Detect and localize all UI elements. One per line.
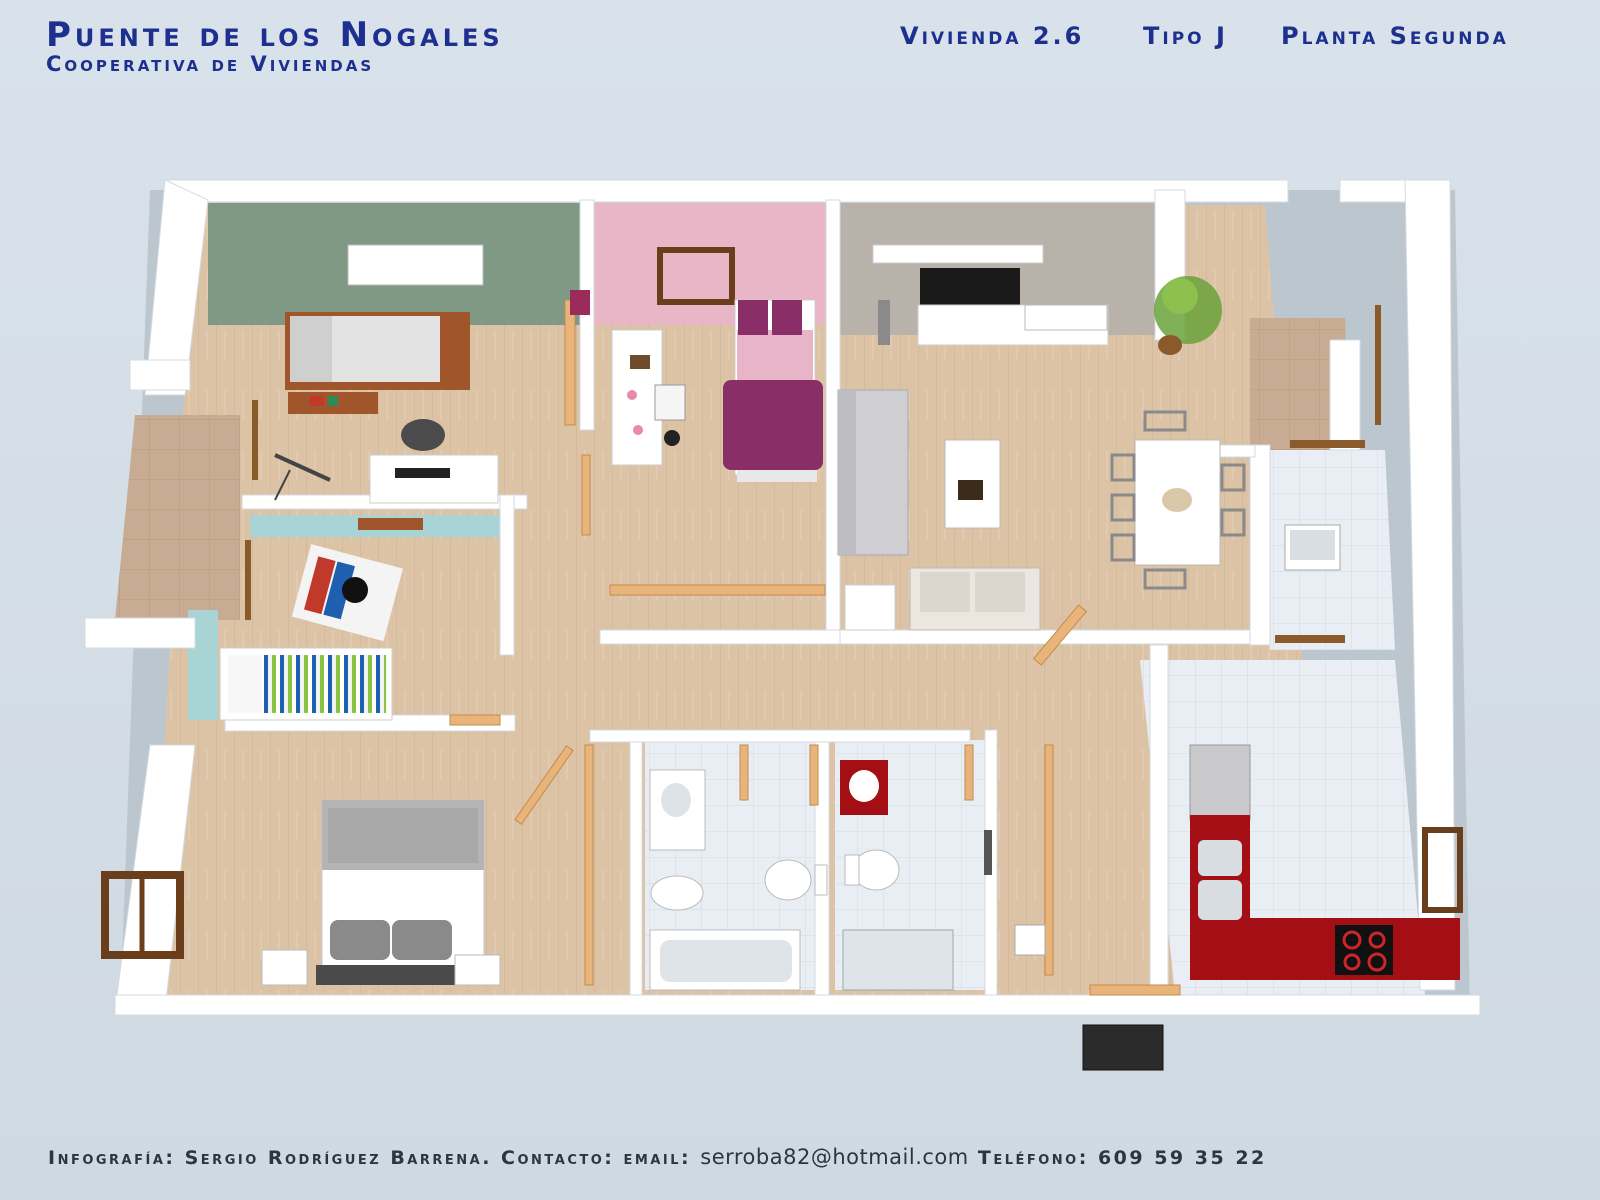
- terrace-left: [115, 415, 240, 620]
- credits-footer: Infografía: Sergio Rodríguez Barrena. Co…: [48, 1145, 1267, 1169]
- floor-plan-render: [84, 179, 1481, 1071]
- contact-email[interactable]: serroba82@hotmail.com: [700, 1145, 968, 1169]
- contact-phone: Teléfono: 609 59 35 22: [977, 1147, 1267, 1169]
- credit-text: Infografía: Sergio Rodríguez Barrena. Co…: [48, 1147, 692, 1169]
- doormat: [1082, 1024, 1164, 1071]
